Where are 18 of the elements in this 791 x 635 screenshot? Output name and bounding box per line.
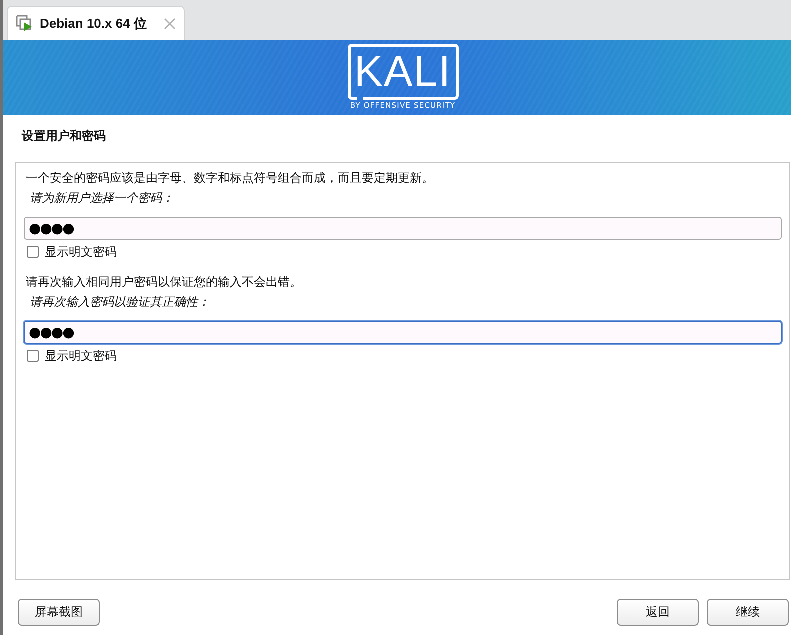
- screenshot-button[interactable]: 屏幕截图: [18, 599, 100, 626]
- password-field[interactable]: ●●●●: [24, 321, 782, 344]
- continue-button[interactable]: 继续: [707, 599, 789, 626]
- close-icon[interactable]: [164, 18, 176, 30]
- tab[interactable]: Debian 10.x 64 位: [7, 6, 185, 40]
- field-prompt: 请再次输入密码以验证其正确性：: [29, 294, 211, 310]
- checkbox[interactable]: [27, 350, 39, 362]
- virtual-machine-icon: [16, 15, 33, 32]
- back-button[interactable]: 返回: [617, 599, 699, 626]
- description-text: 请再次输入相同用户密码以保证您的输入不会出错。: [25, 274, 303, 290]
- page-title: 设置用户和密码: [20, 128, 107, 144]
- logo-wordmark: KALI: [348, 44, 458, 100]
- field-prompt: 请为新用户选择一个密码：: [29, 190, 175, 206]
- checkbox-label[interactable]: 显示明文密码: [45, 348, 117, 364]
- description-text: 一个安全的密码应该是由字母、数字和标点符号组合而成，而且要定期更新。: [25, 170, 435, 186]
- password-field[interactable]: ●●●●: [24, 217, 782, 240]
- checkbox-label[interactable]: 显示明文密码: [45, 244, 117, 260]
- checkbox[interactable]: [27, 246, 39, 258]
